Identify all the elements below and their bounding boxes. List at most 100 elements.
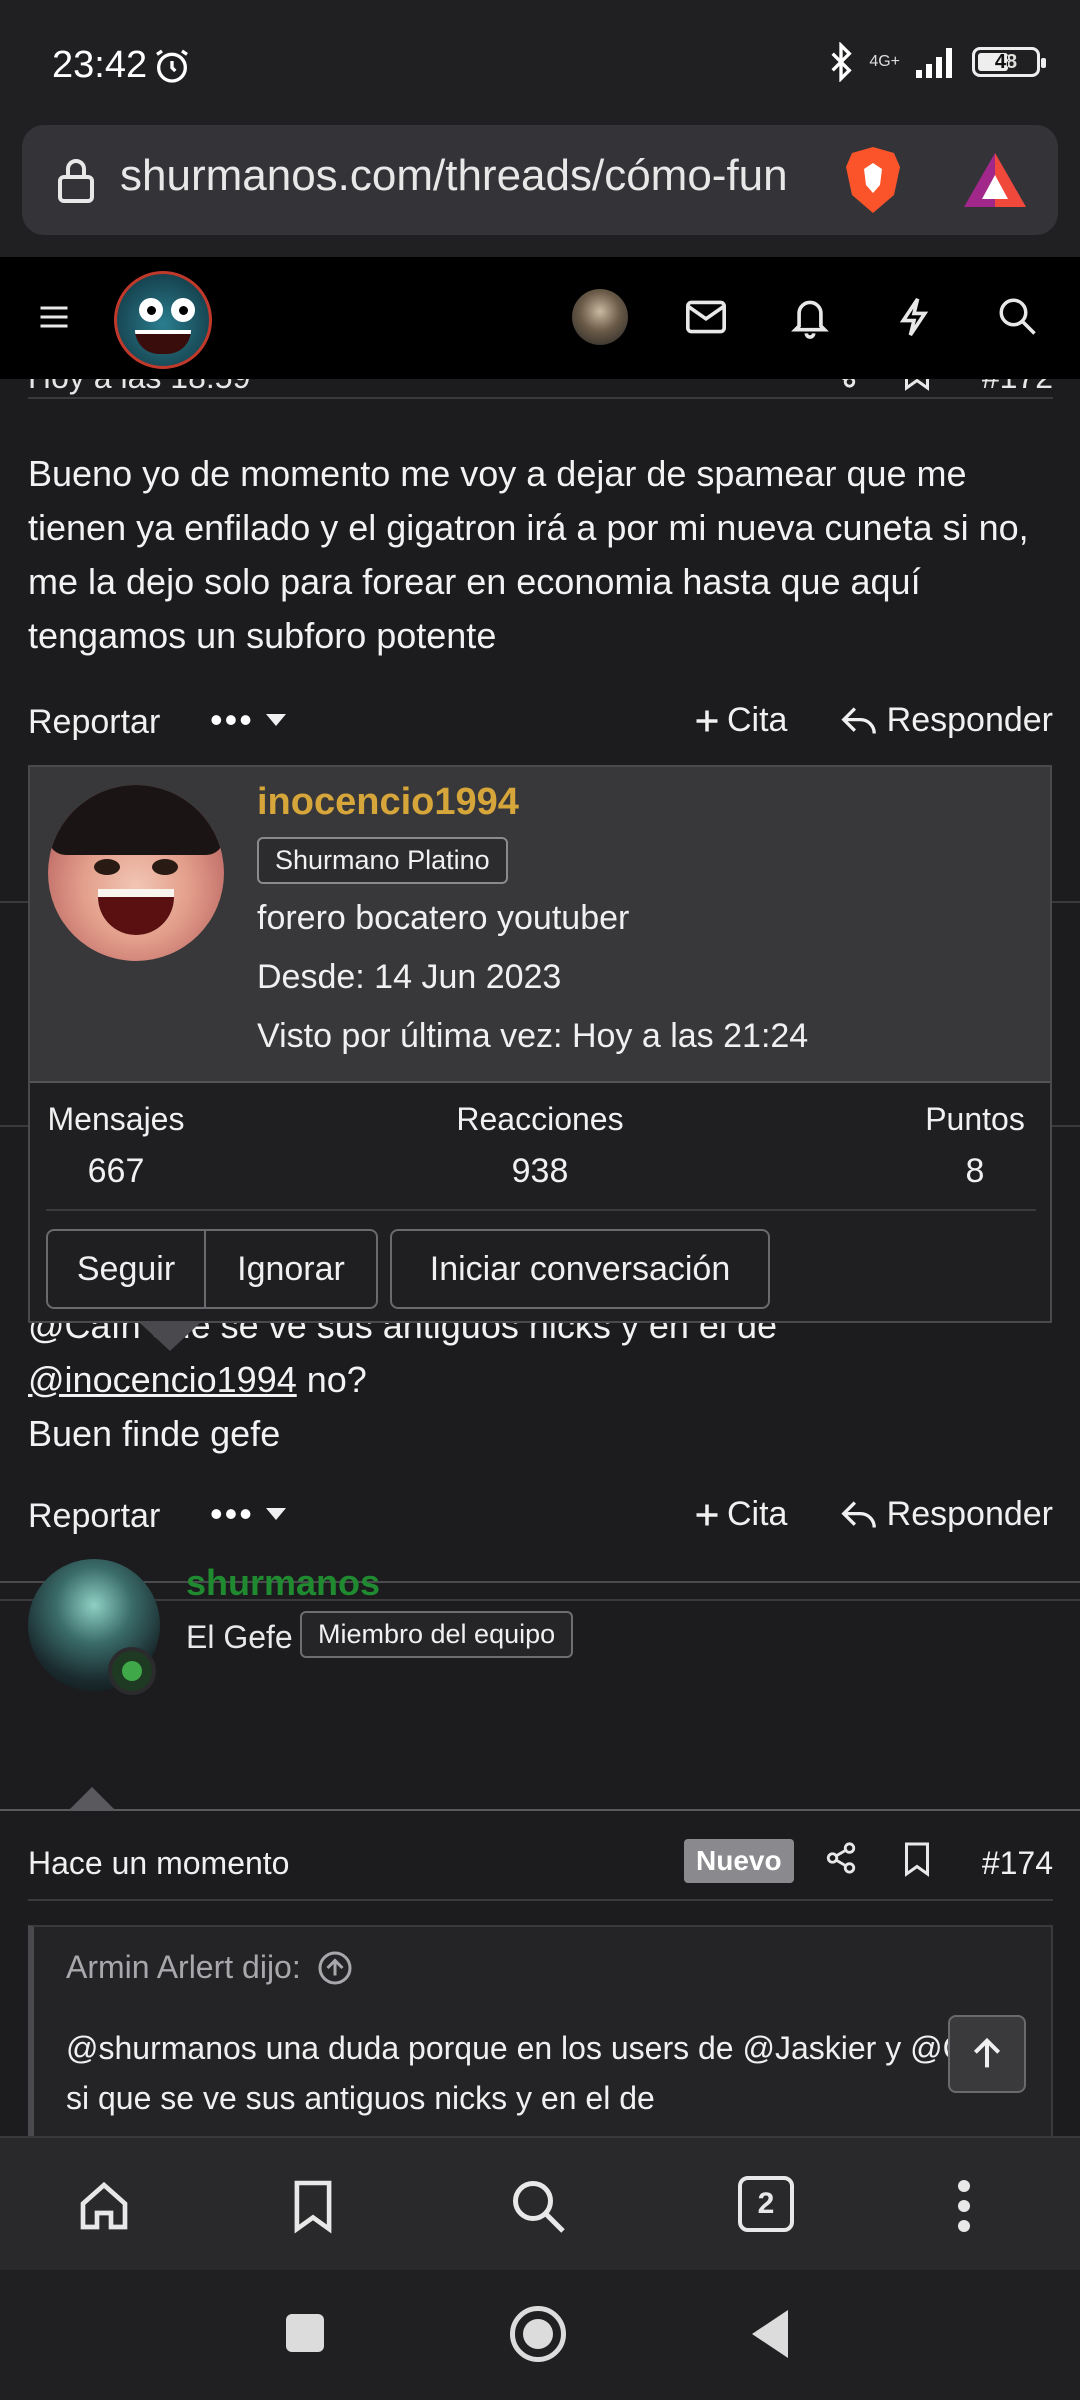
stat-value: 938 xyxy=(511,1152,569,1190)
tooltip-arrow xyxy=(140,1323,200,1351)
user-arrow xyxy=(70,1787,114,1809)
quote-button[interactable]: Cita xyxy=(693,701,787,740)
share-icon[interactable] xyxy=(824,1841,858,1880)
member-rank-badge: Shurmano Platino xyxy=(257,837,508,884)
post-divider xyxy=(0,1599,1080,1601)
stats-divider xyxy=(46,1209,1036,1211)
more-dots: ••• xyxy=(210,1493,254,1534)
member-username[interactable]: inocencio1994 xyxy=(257,781,519,824)
tabs-button[interactable]: 2 xyxy=(738,2176,794,2232)
brave-shields-icon[interactable] xyxy=(842,145,904,220)
post-number[interactable]: #172 xyxy=(982,379,1053,396)
stat-reactions[interactable]: Reacciones 938 xyxy=(450,1101,630,1191)
quote-header[interactable]: Armin Arlert dijo: xyxy=(66,1949,353,1986)
reply-icon xyxy=(841,706,876,734)
mail-icon[interactable] xyxy=(684,297,728,342)
search-icon[interactable] xyxy=(508,2176,568,2241)
report-button[interactable]: Reportar xyxy=(28,703,160,742)
chevron-down-icon xyxy=(265,714,286,726)
post-header: Hace un momento Nuevo #174 xyxy=(28,1839,1053,1901)
more-menu-icon[interactable] xyxy=(956,2178,972,2239)
staff-badge: Miembro del equipo xyxy=(300,1611,574,1658)
online-indicator xyxy=(108,1647,156,1695)
bluetooth-icon xyxy=(831,42,853,82)
network-type: 4G+ xyxy=(869,53,900,70)
scroll-to-top-button[interactable] xyxy=(948,2015,1026,2093)
plus-icon xyxy=(696,710,718,731)
back-button[interactable] xyxy=(752,2310,788,2358)
start-conversation-button[interactable]: Iniciar conversación xyxy=(390,1229,770,1309)
post-body: Bueno yo de momento me voy a dejar de sp… xyxy=(28,453,1029,656)
follow-button[interactable]: Seguir xyxy=(46,1229,206,1309)
account-avatar[interactable] xyxy=(572,289,628,345)
reply-icon xyxy=(841,1500,876,1528)
home-button[interactable] xyxy=(510,2306,566,2362)
stat-value: 8 xyxy=(965,1152,985,1190)
brave-rewards-icon[interactable] xyxy=(962,151,1028,214)
post-text: no? xyxy=(296,1359,367,1400)
quote-button[interactable]: Cita xyxy=(693,1495,787,1534)
stat-messages[interactable]: Mensajes 667 xyxy=(46,1101,186,1191)
search-icon[interactable] xyxy=(996,295,1038,342)
post-divider xyxy=(0,1581,1080,1583)
battery-level: 48 xyxy=(994,50,1018,73)
stat-label: Puntos xyxy=(925,1101,1025,1137)
url-text[interactable]: shurmanos.com/threads/cómo-fun xyxy=(120,151,842,201)
reply-button[interactable]: Responder xyxy=(841,1495,1053,1534)
hamburger-menu-icon[interactable] xyxy=(36,299,72,340)
stat-points[interactable]: Puntos 8 xyxy=(910,1101,1040,1191)
bookmarks-icon[interactable] xyxy=(290,2178,336,2239)
stat-label: Reacciones xyxy=(456,1101,624,1137)
quote-block: Armin Arlert dijo: @shurmanos una duda p… xyxy=(28,1925,1053,2136)
post-number[interactable]: #174 xyxy=(982,1845,1053,1882)
new-badge: Nuevo xyxy=(684,1839,794,1883)
status-bar: 23:42 4G+ 48 xyxy=(0,0,1080,125)
bell-icon[interactable] xyxy=(790,295,830,344)
post-date[interactable]: Hoy a las 18:59 xyxy=(28,379,250,396)
address-bar[interactable]: shurmanos.com/threads/cómo-fun xyxy=(22,125,1058,235)
chevron-down-icon xyxy=(265,1508,286,1520)
member-bio: forero bocatero youtuber xyxy=(257,899,630,937)
share-icon[interactable] xyxy=(824,379,858,394)
ignore-button[interactable]: Ignorar xyxy=(204,1229,378,1309)
browser-bottom-toolbar: 2 xyxy=(0,2136,1080,2270)
report-button[interactable]: Reportar xyxy=(28,1497,160,1536)
alarm-icon xyxy=(152,46,192,91)
post-line: Buen finde gefe xyxy=(28,1413,281,1454)
reply-button[interactable]: Responder xyxy=(841,701,1053,740)
stat-label: Mensajes xyxy=(47,1101,185,1137)
reply-label: Responder xyxy=(886,1495,1053,1533)
arrow-up-icon xyxy=(973,2037,1001,2068)
post-actions: Reportar ••• Cita Responder xyxy=(28,1487,1053,1547)
member-last-seen: Visto por última vez: Hoy a las 21:24 xyxy=(257,1017,809,1055)
quote-label: Cita xyxy=(727,1495,788,1533)
quote-label: Cita xyxy=(727,701,788,739)
post-header: Hoy a las 18:59 #172 xyxy=(28,379,1053,399)
bookmark-icon[interactable] xyxy=(902,379,932,396)
more-options-button[interactable]: ••• xyxy=(210,699,288,741)
lock-icon[interactable] xyxy=(54,157,98,210)
post-divider xyxy=(0,1809,1080,1811)
member-stats: Mensajes 667 Reacciones 938 Puntos 8 Seg… xyxy=(30,1081,1050,1321)
arrow-up-circle-icon[interactable] xyxy=(317,1950,353,1986)
status-icons: 4G+ 48 xyxy=(827,42,1046,82)
mention-link[interactable]: @inocencio1994 xyxy=(28,1359,297,1400)
recents-button[interactable] xyxy=(286,2314,324,2352)
quote-author: Armin Arlert dijo: xyxy=(66,1949,301,1985)
member-avatar[interactable] xyxy=(48,785,224,961)
home-icon[interactable] xyxy=(76,2178,132,2239)
battery-icon: 48 xyxy=(972,47,1046,77)
more-dots: ••• xyxy=(210,699,254,740)
post-date[interactable]: Hace un momento xyxy=(28,1845,289,1882)
browser-top-bar: shurmanos.com/threads/cómo-fun xyxy=(0,125,1080,257)
more-options-button[interactable]: ••• xyxy=(210,1493,288,1535)
reply-label: Responder xyxy=(886,701,1053,739)
quote-text: @shurmanos una duda porque en los users … xyxy=(66,2030,1011,2116)
thread-content: Hoy a las 18:59 #172 Bueno yo de momento… xyxy=(0,379,1080,2136)
forum-logo[interactable] xyxy=(114,271,212,369)
lightning-icon[interactable] xyxy=(896,295,932,344)
member-card-header: inocencio1994 Shurmano Platino forero bo… xyxy=(30,767,1050,1081)
user-name[interactable]: shurmanos xyxy=(186,1562,380,1604)
bookmark-icon[interactable] xyxy=(902,1841,932,1882)
plus-icon xyxy=(696,1504,718,1525)
